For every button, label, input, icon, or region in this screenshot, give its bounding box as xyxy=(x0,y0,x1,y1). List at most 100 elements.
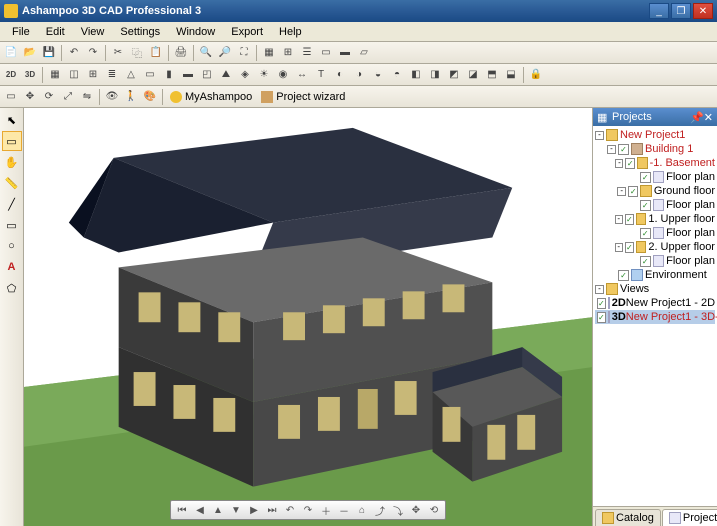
wall-icon[interactable]: ▦ xyxy=(46,66,64,84)
polygon-icon[interactable]: ⬠ xyxy=(2,278,22,298)
door-icon[interactable]: ◫ xyxy=(65,66,83,84)
grid-icon[interactable]: ▦ xyxy=(260,44,278,62)
mode-3d-icon[interactable]: 3D xyxy=(21,66,39,84)
tree-node[interactable]: -✓Building 1 xyxy=(595,142,715,156)
project-wizard-button[interactable]: Project wizard xyxy=(257,91,349,103)
view-icon[interactable]: 👁 xyxy=(103,88,121,106)
tab-projects[interactable]: Projects xyxy=(662,509,717,526)
paste-icon[interactable]: 📋 xyxy=(147,44,165,62)
tree-toggle-icon[interactable]: - xyxy=(595,285,604,294)
cut-icon[interactable]: ✂ xyxy=(109,44,127,62)
tree-toggle-icon[interactable]: - xyxy=(615,215,623,224)
tree-node[interactable]: ✓Floor plan xyxy=(595,170,715,184)
tree-node[interactable]: ✓Floor plan xyxy=(595,198,715,212)
print-icon[interactable]: 🖨 xyxy=(172,44,190,62)
measure-icon[interactable]: 📏 xyxy=(2,173,22,193)
tree-checkbox[interactable]: ✓ xyxy=(625,214,634,225)
open-icon[interactable]: 📂 xyxy=(21,44,39,62)
tool-icon[interactable]: ◩ xyxy=(445,66,463,84)
roof-icon[interactable]: △ xyxy=(122,66,140,84)
dimension-icon[interactable]: ↔ xyxy=(293,66,311,84)
nav-zoom-out-icon[interactable]: － xyxy=(336,502,352,518)
tree-node[interactable]: -✓Ground floor xyxy=(595,184,715,198)
column-icon[interactable]: ▮ xyxy=(160,66,178,84)
tree-checkbox[interactable]: ✓ xyxy=(618,144,629,155)
tool-icon[interactable]: ◨ xyxy=(426,66,444,84)
menu-help[interactable]: Help xyxy=(271,24,310,40)
beam-icon[interactable]: ▬ xyxy=(179,66,197,84)
menu-export[interactable]: Export xyxy=(223,24,271,40)
tree-toggle-icon[interactable]: - xyxy=(595,131,604,140)
panel-close-icon[interactable]: ✕ xyxy=(704,111,713,124)
hand-icon[interactable]: ✋ xyxy=(2,152,22,172)
nav-prev-icon[interactable]: ◀ xyxy=(192,502,208,518)
tree-checkbox[interactable]: ✓ xyxy=(640,228,651,239)
nav-up-icon[interactable]: ▲ xyxy=(210,502,226,518)
tree-checkbox[interactable]: ✓ xyxy=(640,200,651,211)
tool-icon[interactable]: ◧ xyxy=(407,66,425,84)
lock-icon[interactable]: 🔒 xyxy=(527,66,545,84)
tree-node[interactable]: ✓Floor plan xyxy=(595,254,715,268)
tool-icon[interactable]: ◪ xyxy=(464,66,482,84)
tool-icon[interactable]: ▱ xyxy=(355,44,373,62)
tree-toggle-icon[interactable]: - xyxy=(607,145,616,154)
nav-orbit-icon[interactable]: ⟲ xyxy=(426,502,442,518)
camera-icon[interactable]: ◉ xyxy=(274,66,292,84)
myashampoo-button[interactable]: MyAshampoo xyxy=(166,91,256,103)
nav-last-icon[interactable]: ⏭ xyxy=(264,502,280,518)
tool-icon[interactable]: ◑ xyxy=(350,66,368,84)
zoom-in-icon[interactable]: 🔍 xyxy=(197,44,215,62)
window-icon[interactable]: ⊞ xyxy=(84,66,102,84)
render-icon[interactable]: 🎨 xyxy=(141,88,159,106)
tree-node[interactable]: ✓Floor plan xyxy=(595,226,715,240)
nav-zoom-in-icon[interactable]: ＋ xyxy=(318,502,334,518)
tab-catalog[interactable]: Catalog xyxy=(595,509,661,526)
zoom-out-icon[interactable]: 🔎 xyxy=(216,44,234,62)
tree-toggle-icon[interactable]: - xyxy=(615,243,623,252)
terrain-icon[interactable]: ⛰ xyxy=(217,66,235,84)
tree-checkbox[interactable]: ✓ xyxy=(618,270,629,281)
tree-toggle-icon[interactable]: - xyxy=(615,159,623,168)
rotate-icon[interactable]: ⟳ xyxy=(40,88,58,106)
tool-icon[interactable]: ◒ xyxy=(369,66,387,84)
tool-icon[interactable]: ⬒ xyxy=(483,66,501,84)
tree-node[interactable]: -New Project1 xyxy=(595,128,715,142)
circle-icon[interactable]: ○ xyxy=(2,236,22,256)
tree-toggle-icon[interactable]: - xyxy=(617,187,626,196)
snap-icon[interactable]: ⊞ xyxy=(279,44,297,62)
tree-node[interactable]: -✓-1. Basement xyxy=(595,156,715,170)
object-icon[interactable]: ◈ xyxy=(236,66,254,84)
text-icon[interactable]: T xyxy=(312,66,330,84)
new-icon[interactable]: 📄 xyxy=(2,44,20,62)
scale-icon[interactable]: ⤢ xyxy=(59,88,77,106)
tool-icon[interactable]: ◓ xyxy=(388,66,406,84)
close-button[interactable]: ✕ xyxy=(693,3,713,19)
select-rect-icon[interactable]: ▭ xyxy=(2,131,22,151)
tree-node[interactable]: -✓2. Upper floor xyxy=(595,240,715,254)
menu-view[interactable]: View xyxy=(73,24,113,40)
panel-pin-icon[interactable]: 📌 xyxy=(690,111,704,124)
tree-checkbox[interactable]: ✓ xyxy=(640,172,651,183)
tool-icon[interactable]: ⬓ xyxy=(502,66,520,84)
tool-icon[interactable]: ◐ xyxy=(331,66,349,84)
mode-2d-icon[interactable]: 2D xyxy=(2,66,20,84)
save-icon[interactable]: 💾 xyxy=(40,44,58,62)
text-tool-icon[interactable]: A xyxy=(2,257,22,277)
rect-icon[interactable]: ▭ xyxy=(2,215,22,235)
walk-icon[interactable]: 🚶 xyxy=(122,88,140,106)
tree-checkbox[interactable]: ✓ xyxy=(625,242,634,253)
viewport-3d[interactable]: ⏮ ◀ ▲ ▼ ▶ ⏭ ↶ ↷ ＋ － ⌂ ⤴ ⤵ ✥ ⟲ xyxy=(24,108,592,526)
menu-edit[interactable]: Edit xyxy=(38,24,73,40)
nav-home-icon[interactable]: ⌂ xyxy=(354,502,370,518)
tree-checkbox[interactable]: ✓ xyxy=(640,256,651,267)
nav-pan-icon[interactable]: ✥ xyxy=(408,502,424,518)
tree-node[interactable]: -Views xyxy=(595,282,715,296)
minimize-button[interactable]: _ xyxy=(649,3,669,19)
menu-window[interactable]: Window xyxy=(168,24,223,40)
nav-rotate-left-icon[interactable]: ↶ xyxy=(282,502,298,518)
maximize-button[interactable]: ❐ xyxy=(671,3,691,19)
nav-next-icon[interactable]: ▶ xyxy=(246,502,262,518)
tree-node[interactable]: ✓2D New Project1 - 2D View xyxy=(595,296,715,310)
stairs-icon[interactable]: ≣ xyxy=(103,66,121,84)
nav-tilt-down-icon[interactable]: ⤵ xyxy=(390,502,406,518)
